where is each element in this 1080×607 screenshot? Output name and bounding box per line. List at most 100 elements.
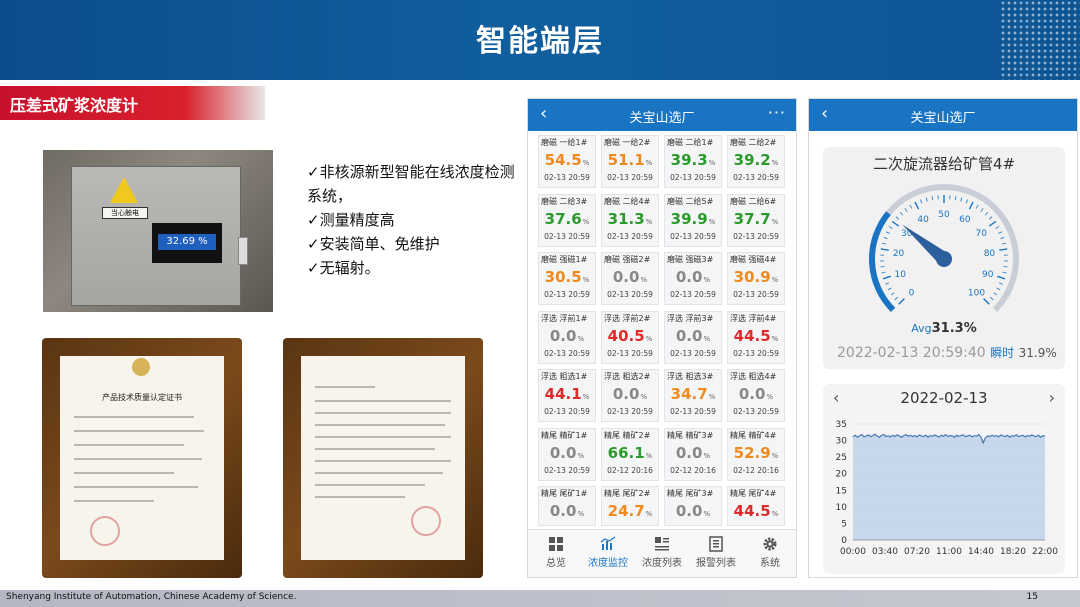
sensor-timestamp: 02-13 20:59 [670,173,716,182]
sensor-cell[interactable]: 磨磁 二给3# 37.6% 02-13 20:59 [538,193,596,247]
sensor-timestamp: 02-12 20:16 [733,465,779,475]
y-tick-label: 35 [836,420,847,430]
warning-label: 当心触电 [102,207,148,219]
sensor-cell[interactable]: 浮选 浮前2# 40.5% 02-13 20:59 [601,310,659,364]
trend-chart-card: ‹ 2022-02-13 › 0 5 10 15 20 25 30 35 00:00 03:40 0… [823,384,1065,574]
phone-header: ‹ 关宝山选厂 ··· [528,99,796,131]
instant-label: 瞬时 [990,346,1015,360]
gauge-tick [925,197,928,202]
sensor-value-unit: % [703,334,711,343]
sensor-cell[interactable]: 浮选 浮前3# 0.0% 02-13 20:59 [664,310,722,364]
sensor-value-unit: % [708,393,716,401]
alarm-list-icon [709,536,723,552]
sensor-value: 39.2% [728,151,784,169]
sensor-value: 0.0% [728,385,784,403]
sensor-value: 30.5% [539,268,595,286]
sensor-cell[interactable]: 磨磁 一给2# 51.1% 02-13 20:59 [601,135,659,188]
nav-item-concentration-list[interactable]: 浓度列表 [636,536,688,569]
sensor-value: 44.5% [728,327,784,345]
gauge-tick-label: 40 [917,215,929,225]
sensor-cell[interactable]: 精尾 尾矿1# 0.0% [538,486,596,526]
nav-item-alarm-list[interactable]: 报警列表 [690,536,742,569]
sensor-value: 0.0% [665,268,721,286]
gauge-tick [898,298,905,305]
nav-item-concentration-monitor[interactable]: 浓度监控 [582,536,634,569]
sensor-cell[interactable]: 磨磁 二给1# 39.3% 02-13 20:59 [664,135,722,188]
gauge-average-value: 31.3% [932,321,977,336]
nav-item-overview[interactable]: 总览 [530,536,582,569]
sensor-cell[interactable]: 磨磁 强磁2# 0.0% 02-13 20:59 [601,252,659,305]
x-tick-label: 00:00 [840,547,866,557]
slide-title: 智能端层 [476,24,604,59]
sensor-value-number: 40.5 [607,326,645,345]
sensor-name: 浮选 粗选2# [604,372,651,381]
gauge-average: Avg31.3% [911,321,976,336]
sensor-cell[interactable]: 浮选 粗选2# 0.0% 02-13 20:59 [601,369,659,422]
sensor-cell[interactable]: 磨磁 二给6# 37.7% 02-13 20:59 [727,193,785,247]
sensor-cell[interactable]: 精尾 精矿2# 66.1% 02-12 20:16 [601,427,659,481]
sensor-cell[interactable]: 精尾 尾矿3# 0.0% [664,486,722,526]
gauge-tick [899,212,904,216]
x-tick-label: 03:40 [872,547,898,557]
gauge-tick [914,201,920,210]
sensor-value-unit: % [703,276,711,284]
sensor-value-unit: % [645,510,653,518]
sensor-cell[interactable]: 精尾 精矿4# 52.9% 02-12 20:16 [727,427,785,481]
sensor-timestamp: 02-13 20:59 [733,348,779,358]
sensor-cell[interactable]: 浮选 浮前1# 0.0% 02-13 20:59 [538,310,596,364]
sensor-name: 精尾 尾矿4# [730,489,777,498]
sensor-value-number: 52.9 [733,443,771,462]
sensor-cell[interactable]: 浮选 粗选4# 0.0% 02-13 20:59 [727,369,785,422]
sensor-name: 磨磁 强磁2# [604,255,651,264]
y-tick-label: 30 [836,437,848,447]
gauge-tick [880,248,889,251]
gauge-tick [968,201,974,210]
sensor-value-unit: % [645,451,653,460]
gauge-tick [998,231,1003,234]
sensor-cell[interactable]: 浮选 粗选3# 34.7% 02-13 20:59 [664,369,722,422]
sensor-cell[interactable]: 磨磁 一给1# 54.5% 02-13 20:59 [538,135,596,188]
sensor-value-unit: % [766,393,774,401]
gauge-tick [881,271,886,274]
certificate-paper [301,356,465,560]
gauge-tick [894,296,899,301]
sensor-timestamp: 02-13 20:59 [733,290,779,299]
sensor-value-unit: % [577,334,585,343]
sensor-cell[interactable]: 精尾 尾矿2# 24.7% [601,486,659,526]
page-number: 15 [1026,592,1038,602]
more-horizontal-icon[interactable]: ··· [768,103,786,122]
sensor-timestamp: 02-13 20:59 [607,290,653,299]
feature-item: ✓测量精度高 [307,211,395,229]
sensor-cell[interactable]: 磨磁 强磁3# 0.0% 02-13 20:59 [664,252,722,305]
sensor-cell[interactable]: 精尾 精矿1# 0.0% 02-13 20:59 [538,427,596,481]
chevron-right-icon[interactable]: › [1049,388,1055,407]
sensor-name: 磨磁 一给2# [604,138,651,147]
sensor-name: 磨磁 二给6# [730,196,777,206]
sensor-cell[interactable]: 精尾 精矿3# 0.0% 02-12 20:16 [664,427,722,481]
sensor-cell[interactable]: 精尾 尾矿4# 44.5% [727,486,785,526]
gauge-tick [998,282,1003,285]
sensor-cell[interactable]: 浮选 粗选1# 44.1% 02-13 20:59 [538,369,596,422]
gear-icon [763,537,777,551]
sensor-value-unit: % [771,217,779,226]
sensor-value-unit: % [708,217,716,226]
sensor-cell[interactable]: 浮选 浮前4# 44.5% 02-13 20:59 [727,310,785,364]
y-tick-label: 5 [841,519,847,529]
sensor-timestamp: 02-13 20:59 [670,407,716,416]
nav-label: 总览 [546,558,566,569]
gauge-tick-label: 0 [909,289,915,299]
section-title: 压差式矿浆浓度计 [10,96,139,115]
sensor-cell[interactable]: 磨磁 二给5# 39.9% 02-13 20:59 [664,193,722,247]
gauge-tick [989,296,994,301]
nav-item-system[interactable]: 系统 [744,536,796,569]
gauge-card: 二次旋流器给矿管4# 0 10 20 30 40 50 60 70 80 90 100 Avg31.3… [823,147,1065,369]
sensor-cell[interactable]: 磨磁 二给4# 31.3% 02-13 20:59 [601,193,659,247]
sensor-cell[interactable]: 磨磁 二给2# 39.2% 02-13 20:59 [727,135,785,188]
sensor-value-number: 37.7 [733,209,771,228]
gauge-average-label: Avg [911,322,931,335]
sensor-cell[interactable]: 磨磁 强磁1# 30.5% 02-13 20:59 [538,252,596,305]
sensor-cell[interactable]: 磨磁 强磁4# 30.9% 02-13 20:59 [727,252,785,305]
gauge-tick [999,248,1008,251]
gauge-tick-label: 60 [959,215,971,225]
sensor-name: 磨磁 二给1# [667,138,714,147]
